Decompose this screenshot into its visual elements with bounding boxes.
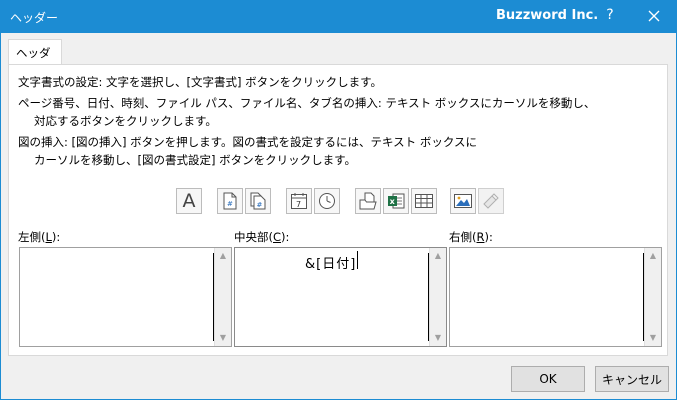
tab-panel: 文字書式の設定: 文字を選択し、[文字書式] ボタンをクリックします。 ページ番… (8, 64, 668, 356)
label-text: ): (484, 230, 493, 244)
current-time-icon (319, 193, 335, 209)
label-accesskey: R (476, 230, 485, 244)
svg-text:7: 7 (296, 200, 301, 209)
instruction-line: ページ番号、日付、時刻、ファイル パス、ファイル名、タブ名の挿入: テキスト ボ… (18, 96, 596, 110)
svg-text:#: # (227, 200, 233, 208)
vertical-scrollbar[interactable]: ▲ ▼ (429, 248, 446, 346)
left-section-label: 左側(L): (18, 229, 60, 245)
current-date-icon: 7 (291, 193, 307, 209)
page-number-icon: # (223, 192, 237, 210)
brand-label: Buzzword Inc. (496, 8, 599, 23)
label-text: ): (51, 230, 61, 244)
svg-text:x: x (390, 197, 396, 206)
file-path-icon (359, 192, 377, 210)
tab-header[interactable]: ヘッダー (8, 39, 62, 76)
instruction-line: カーソルを移動し、[図の書式設定] ボタンをクリックします。 (34, 153, 356, 167)
center-section-label: 中央部(C): (234, 229, 289, 245)
header-dialog: ヘッダー Buzzword Inc. ? ヘッダー 文字書式の設定: 文字を選択… (0, 0, 677, 400)
vertical-scrollbar[interactable]: ▲ ▼ (644, 248, 661, 346)
dialog-title: ヘッダー (10, 11, 59, 25)
center-section-text: &[日付] (305, 257, 357, 272)
scroll-down-icon[interactable]: ▼ (645, 330, 661, 346)
current-date-button[interactable]: 7 (286, 188, 312, 214)
instruction-line: 文字書式の設定: 文字を選択し、[文字書式] ボタンをクリックします。 (18, 75, 383, 89)
help-button[interactable]: ? (600, 7, 620, 23)
close-button[interactable] (643, 5, 665, 27)
scroll-down-icon[interactable]: ▼ (430, 330, 446, 346)
sheet-name-icon (415, 194, 433, 208)
file-name-button[interactable]: x (383, 188, 409, 214)
title-bar[interactable]: ヘッダー Buzzword Inc. ? (1, 1, 676, 33)
current-time-button[interactable] (314, 188, 340, 214)
scroll-up-icon[interactable]: ▲ (645, 248, 661, 264)
sheet-name-button[interactable] (411, 188, 437, 214)
label-text: ): (281, 230, 290, 244)
svg-text:#: # (257, 201, 263, 209)
page-number-button[interactable]: # (217, 188, 243, 214)
right-section-textbox[interactable]: ▲ ▼ (449, 247, 662, 347)
file-name-icon: x (388, 193, 405, 209)
scroll-up-icon[interactable]: ▲ (215, 248, 231, 264)
instruction-line: 対応するボタンをクリックします。 (34, 114, 217, 128)
format-text-icon: A (182, 190, 196, 212)
insert-picture-button[interactable] (450, 188, 476, 214)
label-accesskey: C (273, 230, 282, 244)
format-picture-button[interactable] (478, 188, 504, 214)
right-section-label: 右側(R): (449, 229, 493, 245)
number-of-pages-button[interactable]: # (245, 188, 271, 214)
scroll-down-icon[interactable]: ▼ (215, 330, 231, 346)
label-text: 右側( (449, 230, 477, 244)
label-text: 中央部( (234, 230, 273, 244)
vertical-scrollbar[interactable]: ▲ ▼ (214, 248, 231, 346)
format-text-button[interactable]: A (176, 188, 202, 214)
center-section-textbox[interactable]: &[日付] ▲ ▼ (234, 247, 447, 347)
left-section-textbox[interactable]: ▲ ▼ (19, 247, 232, 347)
text-caret (357, 251, 358, 269)
ok-button[interactable]: OK (511, 366, 585, 392)
number-of-pages-icon: # (250, 192, 266, 210)
instruction-line: 図の挿入: [図の挿入] ボタンを押します。図の書式を設定するには、テキスト ボ… (18, 135, 477, 149)
label-text: 左側( (18, 230, 46, 244)
cancel-button[interactable]: キャンセル (595, 366, 669, 392)
file-path-button[interactable] (355, 188, 381, 214)
close-icon (648, 10, 660, 22)
insert-picture-icon (454, 194, 472, 208)
format-picture-icon (483, 193, 499, 209)
scroll-up-icon[interactable]: ▲ (430, 248, 446, 264)
